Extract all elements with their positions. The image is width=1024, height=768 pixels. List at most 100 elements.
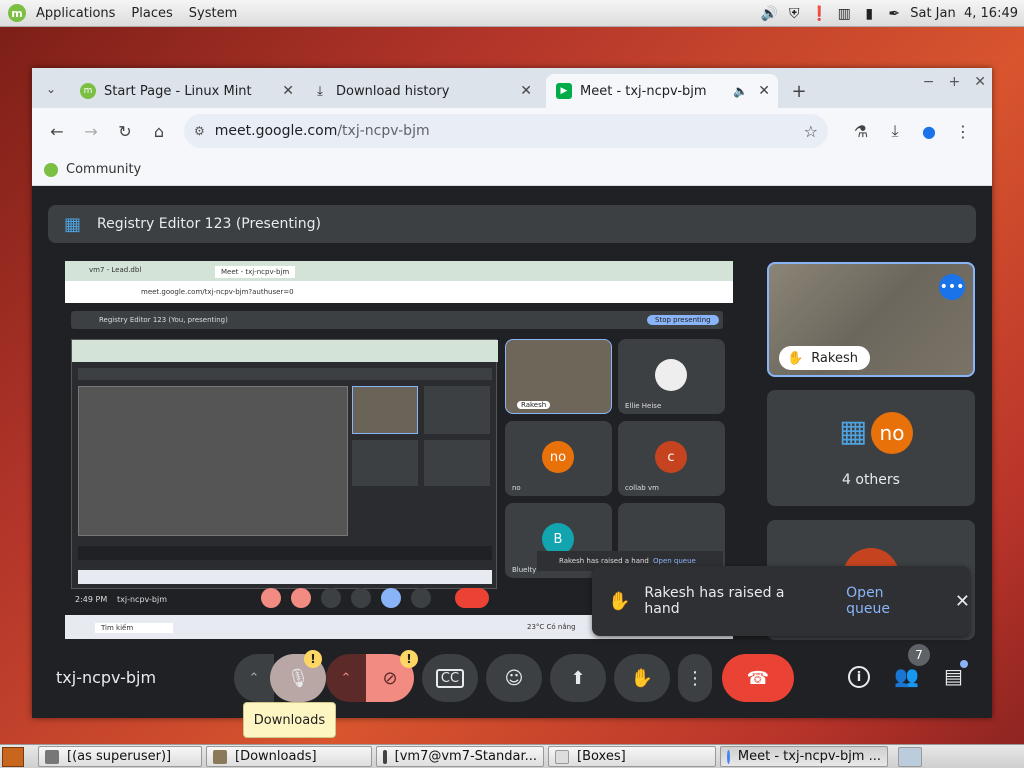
hand-icon: ✋ bbox=[630, 667, 654, 689]
raise-hand-button[interactable]: ✋ bbox=[614, 654, 670, 702]
tile-others[interactable]: ▦ no 4 others bbox=[767, 390, 975, 506]
new-tab-icon[interactable]: + bbox=[782, 74, 816, 108]
close-tab-icon[interactable]: ✕ bbox=[520, 83, 532, 99]
shared-avatar-ellie bbox=[655, 359, 687, 391]
task-terminal[interactable]: [vm7@vm7-Standar... bbox=[376, 746, 544, 767]
close-window-icon[interactable]: ✕ bbox=[974, 74, 986, 90]
menu-icon[interactable]: ⋮ bbox=[946, 114, 980, 148]
tile-more-icon[interactable]: ••• bbox=[939, 274, 965, 300]
bookmark-community[interactable]: Community bbox=[66, 162, 141, 177]
shared-toast: Rakesh has raised a hand bbox=[559, 557, 649, 565]
shared-browser-tabs bbox=[65, 261, 733, 281]
captions-icon: CC bbox=[435, 668, 465, 688]
chrome-icon bbox=[727, 749, 730, 764]
task-label: [Boxes] bbox=[577, 749, 626, 764]
reload-icon[interactable]: ↻ bbox=[108, 114, 142, 148]
tab-start-page[interactable]: m Start Page - Linux Mint ✕ bbox=[70, 74, 302, 108]
shared-tile-name: Rakesh bbox=[517, 401, 551, 409]
shared-weather: 23°C Có nắng bbox=[527, 623, 576, 631]
audio-options-icon[interactable]: ⌃ bbox=[234, 654, 274, 702]
shield-icon[interactable]: ⛨ bbox=[785, 5, 803, 23]
tab-title: Download history bbox=[336, 83, 450, 99]
shared-url: meet.google.com/txj-ncpv-bjm?authuser=0 bbox=[141, 288, 294, 296]
emoji-button[interactable]: ☺ bbox=[486, 654, 542, 702]
minimize-icon[interactable]: − bbox=[923, 74, 935, 90]
registry-icon: ▦ bbox=[64, 213, 82, 235]
url-host: meet.google.com bbox=[214, 123, 338, 139]
people-icon[interactable]: 👥 bbox=[894, 664, 919, 688]
shared-avatar-no: no bbox=[542, 441, 574, 473]
meet-area: ▦ Registry Editor 123 (Presenting) vm7 -… bbox=[32, 186, 992, 718]
clock[interactable]: Sat Jan 4, 16:49 bbox=[910, 6, 1018, 21]
tile-name: Rakesh bbox=[811, 350, 858, 366]
task-downloads[interactable]: [Downloads] bbox=[206, 746, 372, 767]
video-options-icon[interactable]: ⌃ bbox=[326, 654, 366, 702]
back-icon[interactable]: ← bbox=[40, 114, 74, 148]
hand-icon: ✋ bbox=[787, 350, 804, 366]
shared-tile-name: collab vm bbox=[625, 484, 659, 492]
forward-icon[interactable]: → bbox=[74, 114, 108, 148]
mic-icon: 🎙 bbox=[286, 667, 310, 689]
shared-code: txj-ncpv-bjm bbox=[117, 595, 168, 604]
open-queue-link[interactable]: Open queue bbox=[846, 585, 931, 617]
chat-icon[interactable]: ▤ bbox=[944, 664, 963, 688]
applications-menu[interactable]: Applications bbox=[28, 6, 123, 21]
mic-warning-icon: ! bbox=[304, 650, 322, 668]
tab-meet[interactable]: ▶ Meet - txj-ncpv-bjm 🔈 ✕ bbox=[546, 74, 778, 108]
update-icon[interactable]: ❗ bbox=[810, 5, 828, 23]
pen-icon[interactable]: ✒ bbox=[885, 5, 903, 23]
task-superuser[interactable]: [(as superuser)] bbox=[38, 746, 202, 767]
task-label: [vm7@vm7-Standar... bbox=[394, 749, 537, 764]
task-boxes[interactable]: [Boxes] bbox=[548, 746, 716, 767]
url-path: /txj-ncpv-bjm bbox=[337, 123, 430, 139]
labs-icon[interactable]: ⚗ bbox=[844, 114, 878, 148]
camera-warning-icon: ! bbox=[400, 650, 418, 668]
tile-rakesh[interactable]: ••• ✋ Rakesh bbox=[767, 262, 975, 377]
shared-tab-2: Meet - txj-ncpv-bjm bbox=[215, 266, 296, 278]
browser-toolbar: ← → ↻ ⌂ ⚙ meet.google.com/txj-ncpv-bjm ☆… bbox=[32, 108, 992, 154]
show-desktop-icon[interactable] bbox=[2, 746, 24, 767]
presenting-title: Registry Editor 123 (Presenting) bbox=[97, 216, 321, 232]
present-icon: ⬆ bbox=[570, 667, 586, 689]
close-tab-icon[interactable]: ✕ bbox=[282, 83, 294, 99]
battery-icon[interactable]: ▮ bbox=[860, 5, 878, 23]
task-label: [(as superuser)] bbox=[67, 749, 172, 764]
system-menu[interactable]: System bbox=[181, 6, 245, 21]
site-info-icon[interactable]: ⚙ bbox=[194, 124, 205, 138]
registry-avatar-icon: ▦ bbox=[839, 414, 868, 449]
close-toast-icon[interactable]: ✕ bbox=[955, 591, 970, 612]
mint-menu-icon[interactable]: m bbox=[8, 4, 26, 22]
leave-call-button[interactable]: ☎ bbox=[722, 654, 794, 702]
task-meet[interactable]: Meet - txj-ncpv-bjm ... bbox=[720, 746, 888, 767]
emoji-icon: ☺ bbox=[504, 667, 524, 689]
more-options-button[interactable]: ⋮ bbox=[678, 654, 712, 702]
meet-favicon-icon: ▶ bbox=[556, 83, 572, 99]
tab-title: Start Page - Linux Mint bbox=[104, 83, 252, 99]
workspace-switcher[interactable] bbox=[898, 746, 922, 767]
toast-message: Rakesh has raised a hand bbox=[644, 585, 785, 617]
present-button[interactable]: ⬆ bbox=[550, 654, 606, 702]
captions-button[interactable]: CC bbox=[422, 654, 478, 702]
home-icon[interactable]: ⌂ bbox=[142, 114, 176, 148]
info-icon[interactable]: i bbox=[848, 666, 870, 688]
meeting-code[interactable]: txj-ncpv-bjm bbox=[56, 668, 156, 687]
others-label: 4 others bbox=[842, 472, 900, 488]
tab-search-icon[interactable]: ⌄ bbox=[32, 70, 70, 108]
raised-hand-badge: ✋ Rakesh bbox=[779, 346, 870, 370]
volume-icon[interactable]: 🔊 bbox=[760, 5, 778, 23]
more-vert-icon: ⋮ bbox=[686, 667, 704, 689]
people-count-badge: 7 bbox=[908, 644, 930, 666]
nested-screen bbox=[71, 339, 498, 589]
downloads-icon[interactable]: ⤓ bbox=[878, 114, 912, 148]
speaker-icon[interactable]: 🔈 bbox=[733, 84, 748, 98]
tab-download-history[interactable]: ⤓ Download history ✕ bbox=[302, 74, 540, 108]
network-icon[interactable]: ▥ bbox=[835, 5, 853, 23]
download-icon: ⤓ bbox=[317, 83, 323, 99]
places-menu[interactable]: Places bbox=[123, 6, 180, 21]
bookmark-star-icon[interactable]: ☆ bbox=[804, 122, 818, 141]
maximize-icon[interactable]: + bbox=[949, 74, 961, 90]
close-tab-icon[interactable]: ✕ bbox=[758, 83, 770, 99]
profile-icon[interactable]: ● bbox=[912, 114, 946, 148]
address-bar[interactable]: ⚙ meet.google.com/txj-ncpv-bjm ☆ bbox=[184, 114, 828, 148]
mint-bookmark-icon bbox=[44, 162, 58, 177]
